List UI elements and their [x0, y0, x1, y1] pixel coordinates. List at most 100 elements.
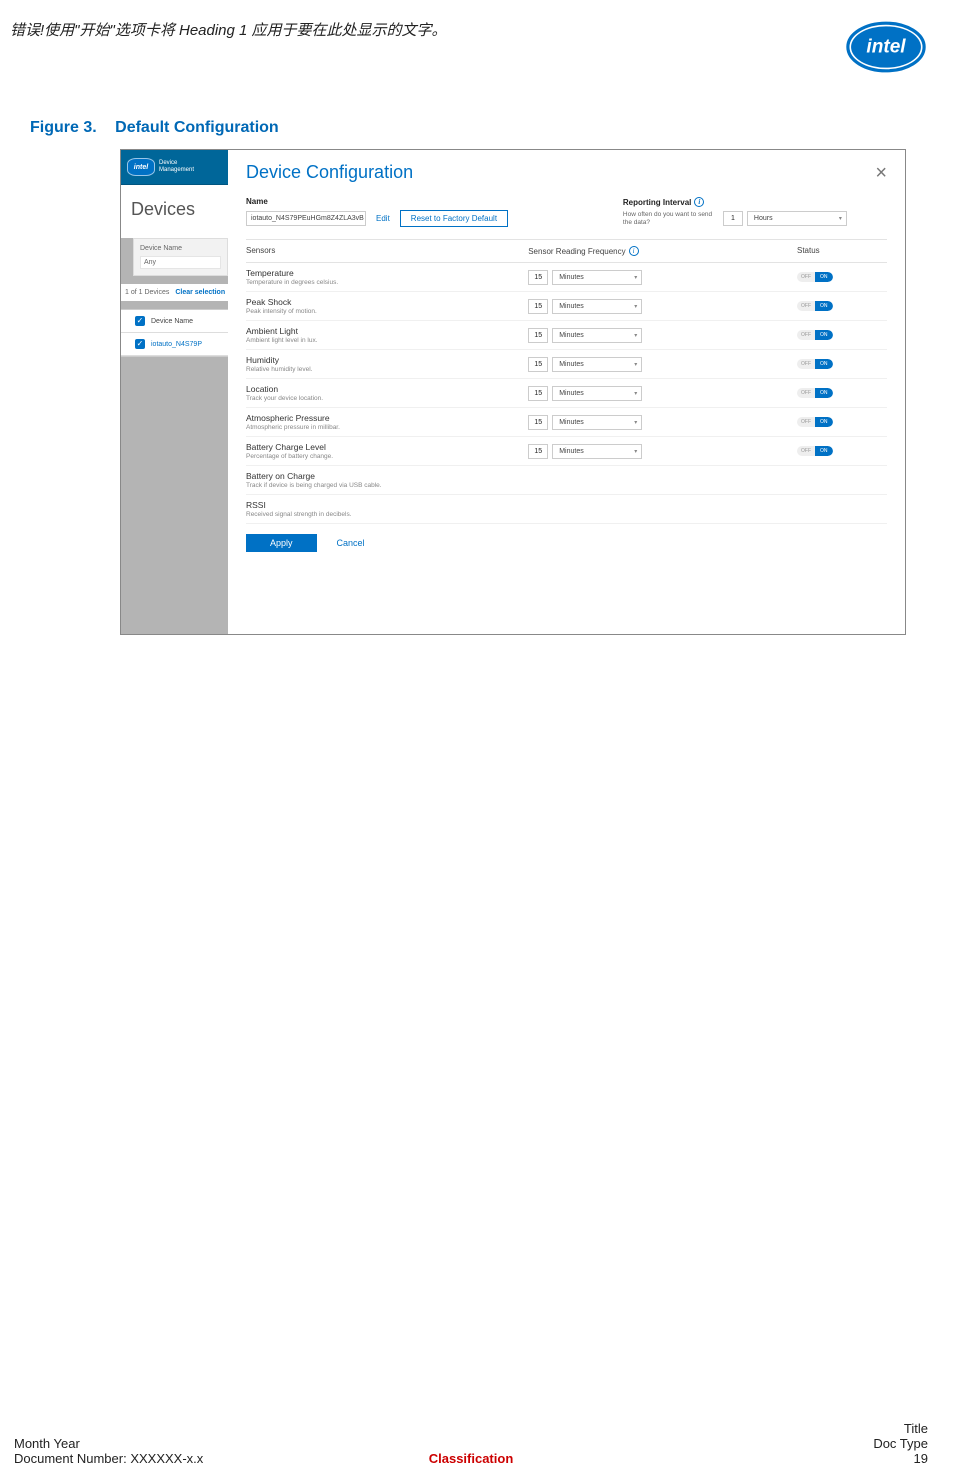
toggle-off-label: OFF: [797, 417, 815, 427]
chevron-down-icon: ▾: [634, 361, 637, 368]
frequency-unit-select[interactable]: Minutes ▾: [552, 299, 642, 314]
frequency-unit-label: Minutes: [559, 332, 584, 339]
sensor-rows-container: TemperatureTemperature in degrees celsiu…: [246, 263, 887, 524]
frequency-value-input[interactable]: 15: [528, 386, 548, 401]
status-toggle[interactable]: OFFON: [797, 272, 833, 282]
frequency-value-input[interactable]: 15: [528, 270, 548, 285]
status-toggle[interactable]: OFFON: [797, 301, 833, 311]
toggle-off-label: OFF: [797, 330, 815, 340]
figure-title: Default Configuration: [115, 119, 279, 136]
reporting-label: Reporting Interval i: [623, 197, 713, 207]
info-icon[interactable]: i: [629, 246, 639, 256]
sensor-name: Location: [246, 384, 528, 394]
reporting-unit-label: Hours: [754, 215, 773, 222]
sensor-name: Atmospheric Pressure: [246, 413, 528, 423]
status-toggle[interactable]: OFFON: [797, 330, 833, 340]
frequency-unit-label: Minutes: [559, 448, 584, 455]
brand-text: Device Management: [159, 160, 194, 173]
page-header: 错误!使用"开始"选项卡将 Heading 1 应用于要在此处显示的文字。 in…: [0, 0, 956, 84]
apply-button[interactable]: Apply: [246, 534, 317, 552]
filter-value[interactable]: Any: [140, 256, 221, 269]
sensor-desc: Relative humidity level.: [246, 366, 528, 373]
sensor-row: Battery Charge LevelPercentage of batter…: [246, 437, 887, 466]
sensor-info: Peak ShockPeak intensity of motion.: [246, 297, 528, 315]
device-list: ✓ Device Name ✓ iotauto_N4S79P: [121, 309, 228, 357]
config-top-row: Name iotauto_N4S79PEuHGm8Z4ZLA3vB Edit R…: [246, 197, 887, 227]
frequency-unit-select[interactable]: Minutes▾: [552, 386, 642, 401]
reporting-interval-unit-select[interactable]: Hours ▾: [747, 211, 847, 226]
cancel-link[interactable]: Cancel: [337, 538, 365, 548]
sensor-row: Battery on ChargeTrack if device is bein…: [246, 466, 887, 495]
figure-prefix: Figure 3.: [30, 119, 97, 136]
sensor-row: TemperatureTemperature in degrees celsiu…: [246, 263, 887, 292]
frequency-unit-label: Minutes: [559, 303, 584, 310]
device-name-input[interactable]: iotauto_N4S79PEuHGm8Z4ZLA3vB: [246, 211, 366, 226]
sensor-frequency-cell: 15 Minutes▾: [528, 328, 797, 343]
frequency-unit-select[interactable]: Minutes▾: [552, 415, 642, 430]
toggle-on-label: ON: [815, 301, 833, 311]
sensor-info: Atmospheric PressureAtmospheric pressure…: [246, 413, 528, 431]
frequency-value-input[interactable]: 15: [528, 357, 548, 372]
chevron-down-icon: ▾: [839, 215, 842, 222]
sensor-name: Ambient Light: [246, 326, 528, 336]
toggle-off-label: OFF: [797, 359, 815, 369]
sensor-name: Temperature: [246, 268, 528, 278]
header-status: Status: [797, 246, 887, 256]
frequency-value-input[interactable]: 15: [528, 328, 548, 343]
frequency-unit-select[interactable]: Minutes▾: [552, 270, 642, 285]
status-toggle[interactable]: OFFON: [797, 446, 833, 456]
status-toggle[interactable]: OFFON: [797, 417, 833, 427]
checkbox-icon[interactable]: ✓: [135, 316, 145, 326]
edit-link[interactable]: Edit: [376, 214, 390, 223]
frequency-value-input[interactable]: 15: [528, 444, 548, 459]
frequency-unit-label: Minutes: [559, 390, 584, 397]
sensor-row: Ambient LightAmbient light level in lux.…: [246, 321, 887, 350]
filter-box: Device Name Any: [133, 238, 228, 276]
toggle-on-label: ON: [815, 330, 833, 340]
sensor-frequency-cell: 15 Minutes ▾: [528, 299, 797, 314]
info-icon[interactable]: i: [694, 197, 704, 207]
frequency-unit-select[interactable]: Minutes▾: [552, 357, 642, 372]
reporting-interval-value[interactable]: 1: [723, 211, 743, 226]
sidebar-brand[interactable]: intel Device Management: [121, 150, 228, 185]
status-toggle[interactable]: OFFON: [797, 359, 833, 369]
chevron-down-icon: ▾: [634, 448, 637, 455]
frequency-unit-label: Minutes: [559, 419, 584, 426]
close-icon[interactable]: ×: [875, 162, 887, 185]
header-frequency-text: Sensor Reading Frequency: [528, 247, 625, 256]
frequency-value-input[interactable]: 15: [528, 415, 548, 430]
sensor-table-header: Sensors Sensor Reading Frequency i Statu…: [246, 239, 887, 263]
sensor-info: LocationTrack your device location.: [246, 384, 528, 402]
sensor-name: Battery Charge Level: [246, 442, 528, 452]
sensor-status-cell: OFFON: [797, 330, 887, 340]
checkbox-icon[interactable]: ✓: [135, 339, 145, 349]
footer-classification: Classification: [14, 1451, 928, 1466]
device-list-header[interactable]: ✓ Device Name: [121, 310, 228, 333]
toggle-off-label: OFF: [797, 301, 815, 311]
name-controls: iotauto_N4S79PEuHGm8Z4ZLA3vB Edit Reset …: [246, 210, 563, 227]
toggle-on-label: ON: [815, 446, 833, 456]
intel-logo: intel: [846, 20, 926, 74]
frequency-unit-select[interactable]: Minutes ▾: [552, 444, 642, 459]
filter-label: Device Name: [140, 245, 221, 252]
sensor-desc: Atmospheric pressure in millibar.: [246, 424, 528, 431]
sensor-info: Ambient LightAmbient light level in lux.: [246, 326, 528, 344]
clear-selection-link[interactable]: Clear selection: [175, 289, 225, 296]
device-name: iotauto_N4S79P: [151, 341, 202, 348]
sensor-frequency-cell: 15 Minutes▾: [528, 357, 797, 372]
app-shell: intel Device Management Devices Device N…: [121, 150, 905, 634]
sensor-frequency-cell: 15 Minutes▾: [528, 386, 797, 401]
toggle-on-label: ON: [815, 359, 833, 369]
sensor-desc: Percentage of battery change.: [246, 453, 528, 460]
frequency-value-input[interactable]: 15: [528, 299, 548, 314]
chevron-down-icon: ▾: [634, 303, 637, 310]
reset-to-factory-button[interactable]: Reset to Factory Default: [400, 210, 508, 227]
frequency-unit-select[interactable]: Minutes▾: [552, 328, 642, 343]
device-list-item[interactable]: ✓ iotauto_N4S79P: [121, 333, 228, 356]
sensor-name: Peak Shock: [246, 297, 528, 307]
status-toggle[interactable]: OFFON: [797, 388, 833, 398]
device-header-label: Device Name: [151, 318, 193, 325]
svg-text:intel: intel: [866, 37, 906, 58]
sensor-status-cell: OFFON: [797, 272, 887, 282]
sensor-row: HumidityRelative humidity level.15Minute…: [246, 350, 887, 379]
